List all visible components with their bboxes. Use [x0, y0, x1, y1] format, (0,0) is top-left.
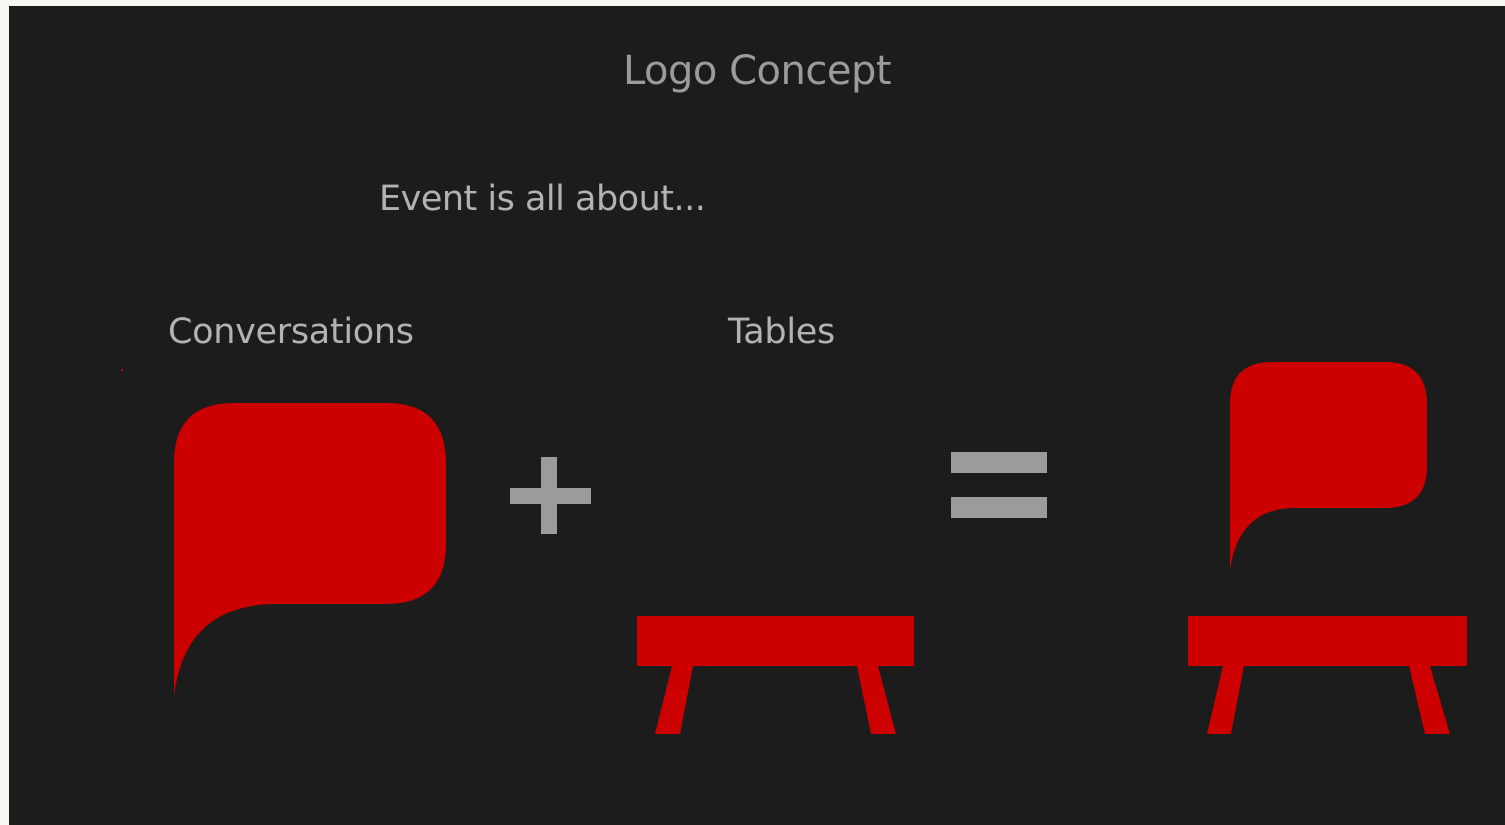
speech-bubble-on-table-logo-icon	[1188, 362, 1467, 734]
logo-concept-artwork	[121, 362, 1467, 734]
table-icon	[637, 616, 914, 734]
equals-icon	[951, 452, 1047, 518]
slide: Logo Concept Event is all about... Conve…	[9, 6, 1505, 825]
stray-mark	[121, 369, 123, 371]
plus-icon	[510, 457, 591, 534]
speech-bubble-icon	[174, 403, 446, 696]
